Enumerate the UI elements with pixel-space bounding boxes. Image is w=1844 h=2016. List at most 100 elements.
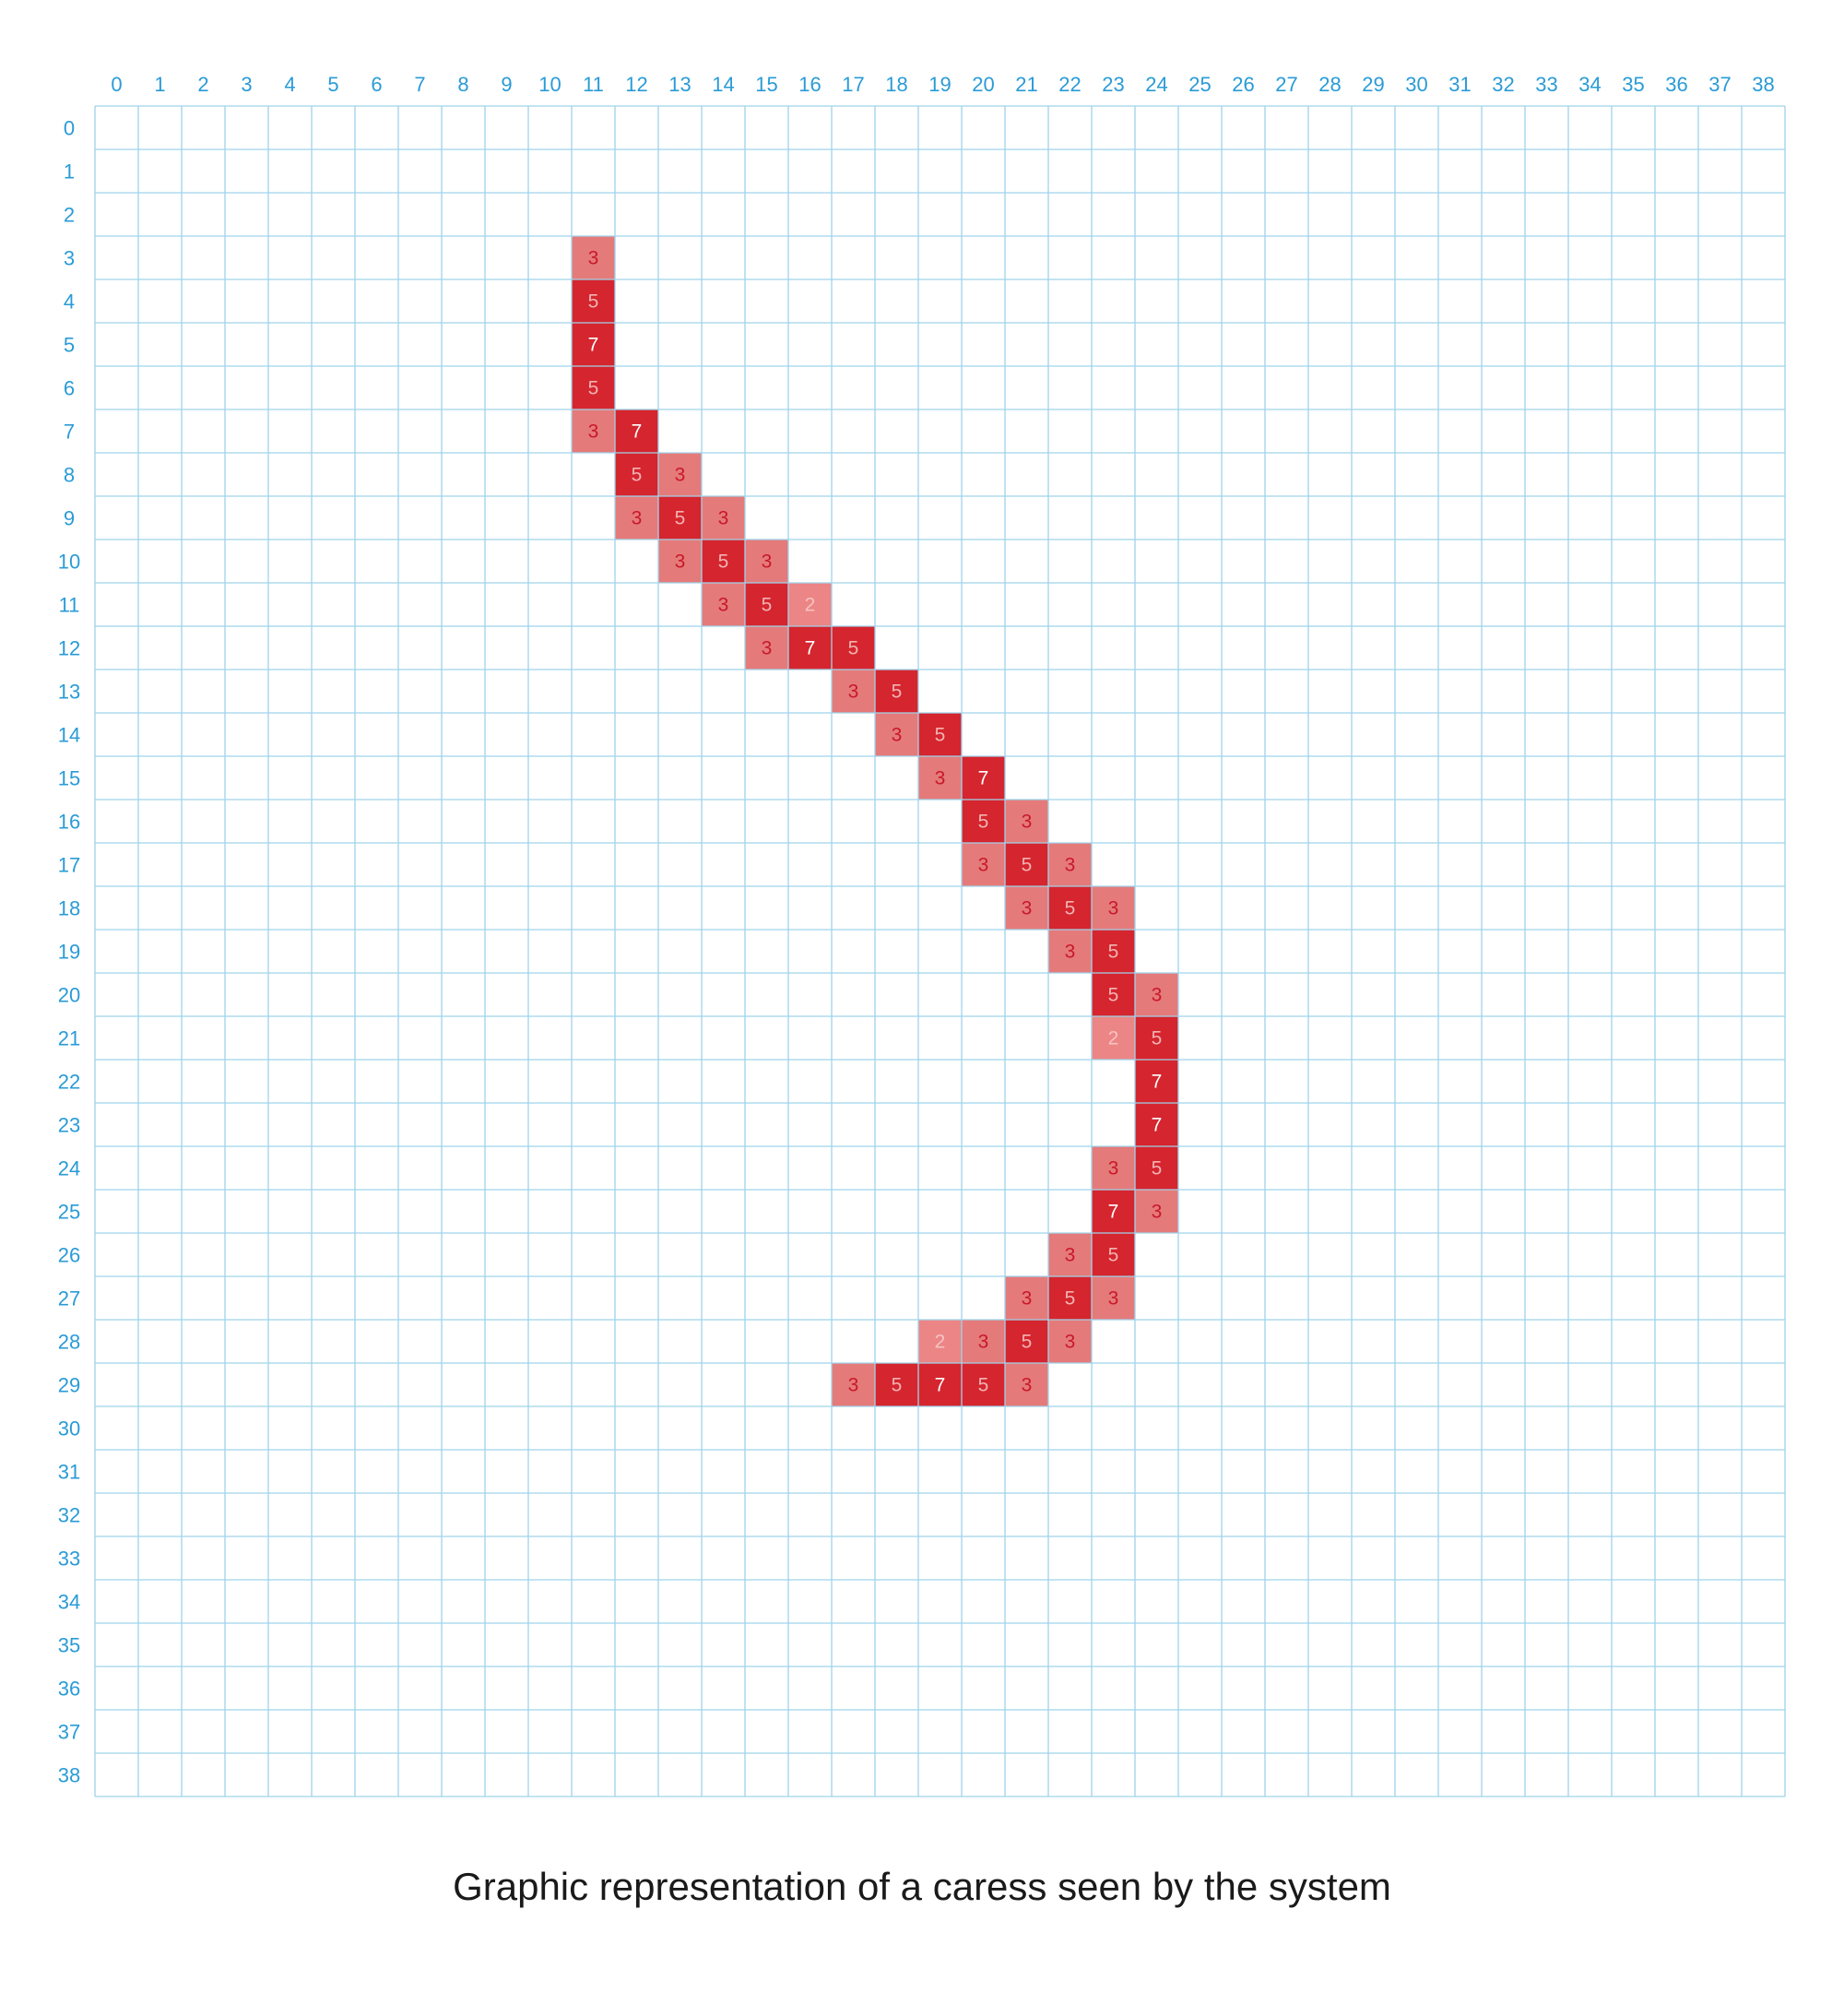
row-label: 0 — [64, 117, 75, 140]
cell-value-12-8: 5 — [632, 465, 643, 486]
column-label: 14 — [712, 73, 734, 96]
row-label: 17 — [58, 854, 80, 877]
cell-value-19-28: 2 — [935, 1332, 946, 1353]
row-label: 9 — [64, 507, 75, 530]
column-label: 38 — [1752, 73, 1774, 96]
row-label: 35 — [58, 1634, 80, 1657]
cell-value-24-22: 7 — [1152, 1072, 1163, 1093]
cell-value-23-18: 3 — [1108, 898, 1119, 919]
row-label: 7 — [64, 421, 75, 444]
cell-value-17-29: 3 — [848, 1375, 859, 1396]
column-label: 13 — [668, 73, 691, 96]
cell-value-12-9: 3 — [632, 508, 643, 529]
column-label: 30 — [1405, 73, 1427, 96]
cell-value-14-9: 3 — [718, 508, 729, 529]
cell-value-24-25: 3 — [1152, 1202, 1163, 1223]
cell-value-13-8: 3 — [675, 465, 686, 486]
cell-value-18-29: 5 — [892, 1375, 903, 1396]
column-label: 19 — [928, 73, 951, 96]
row-label: 20 — [58, 984, 80, 1007]
cell-value-23-25: 7 — [1108, 1202, 1119, 1223]
row-label: 3 — [64, 247, 75, 270]
row-label: 37 — [58, 1721, 80, 1744]
cell-value-16-11: 2 — [805, 595, 816, 616]
cell-value-23-26: 5 — [1108, 1245, 1119, 1266]
cell-value-20-28: 3 — [978, 1332, 989, 1353]
cell-value-11-7: 3 — [588, 421, 599, 443]
column-label: 2 — [197, 73, 208, 96]
column-label: 4 — [284, 73, 295, 96]
caress-heatmap-chart: 0 1 2 3 4 5 6 7 8 9 10 11 12 13 14 15 16 17 18 19 20 21 22 23 24… — [58, 73, 1786, 1797]
cell-value-21-27: 3 — [1022, 1288, 1033, 1310]
column-label: 1 — [154, 73, 165, 96]
row-label: 34 — [58, 1591, 80, 1614]
column-label: 8 — [457, 73, 468, 96]
row-axis-labels: 0123456789101112131415161718192021222324… — [58, 117, 80, 1787]
cell-value-23-24: 3 — [1108, 1158, 1119, 1180]
cell-value-13-10: 3 — [675, 551, 686, 573]
cell-value-16-12: 7 — [805, 638, 816, 659]
cell-value-22-19: 3 — [1065, 942, 1076, 963]
row-label: 4 — [64, 291, 75, 314]
row-label: 30 — [58, 1417, 80, 1441]
cell-value-24-20: 3 — [1152, 985, 1163, 1006]
row-label: 12 — [58, 637, 80, 660]
grid-lines — [94, 105, 1786, 1797]
column-label: 29 — [1362, 73, 1384, 96]
row-label: 28 — [58, 1331, 80, 1354]
row-label: 29 — [58, 1374, 80, 1397]
row-label: 15 — [58, 767, 80, 790]
cell-value-22-18: 5 — [1065, 898, 1076, 919]
row-label: 2 — [64, 204, 75, 227]
column-label: 25 — [1188, 73, 1211, 96]
cell-value-21-18: 3 — [1022, 898, 1033, 919]
column-label: 21 — [1015, 73, 1037, 96]
row-label: 26 — [58, 1244, 80, 1267]
column-label: 32 — [1492, 73, 1514, 96]
column-label: 18 — [885, 73, 907, 96]
column-label: 28 — [1318, 73, 1341, 96]
row-label: 19 — [58, 941, 80, 964]
column-label: 11 — [583, 73, 604, 96]
row-label: 32 — [58, 1504, 80, 1527]
cell-value-11-4: 5 — [588, 291, 599, 313]
cell-value-20-16: 5 — [978, 812, 989, 833]
cell-value-11-5: 7 — [588, 335, 599, 356]
cell-value-23-19: 5 — [1108, 942, 1119, 963]
row-label: 24 — [58, 1157, 80, 1180]
cell-value-21-28: 5 — [1022, 1332, 1033, 1353]
column-label: 15 — [755, 73, 777, 96]
cell-value-19-14: 5 — [935, 725, 946, 746]
row-label: 38 — [58, 1764, 80, 1787]
column-label: 0 — [111, 73, 122, 96]
cell-value-18-14: 3 — [892, 725, 903, 746]
column-label: 35 — [1622, 73, 1644, 96]
column-label: 12 — [625, 73, 647, 96]
cell-value-20-29: 5 — [978, 1375, 989, 1396]
column-label: 16 — [798, 73, 821, 96]
column-label: 3 — [241, 73, 252, 96]
cell-value-15-11: 5 — [762, 595, 773, 616]
column-label: 22 — [1058, 73, 1081, 96]
column-label: 7 — [414, 73, 425, 96]
cell-value-15-10: 3 — [762, 551, 773, 573]
cell-value-20-17: 3 — [978, 855, 989, 876]
cell-value-22-17: 3 — [1065, 855, 1076, 876]
cell-value-24-23: 7 — [1152, 1115, 1163, 1136]
column-label: 10 — [538, 73, 561, 96]
column-label: 5 — [327, 73, 338, 96]
cell-value-21-17: 5 — [1022, 855, 1033, 876]
column-label: 6 — [371, 73, 382, 96]
cell-value-22-28: 3 — [1065, 1332, 1076, 1353]
row-label: 25 — [58, 1201, 80, 1224]
row-label: 1 — [64, 160, 75, 184]
column-label: 31 — [1448, 73, 1471, 96]
cell-value-24-24: 5 — [1152, 1158, 1163, 1180]
row-label: 27 — [58, 1287, 80, 1310]
row-label: 11 — [59, 594, 80, 617]
cell-value-20-15: 7 — [978, 768, 989, 789]
row-label: 14 — [58, 724, 80, 747]
column-label: 17 — [842, 73, 864, 96]
column-axis-labels: 0 1 2 3 4 5 6 7 8 9 10 11 12 13 14 15 16 17 18 19 20 21 22 23 24… — [111, 73, 1774, 96]
cell-value-11-3: 3 — [588, 248, 599, 269]
